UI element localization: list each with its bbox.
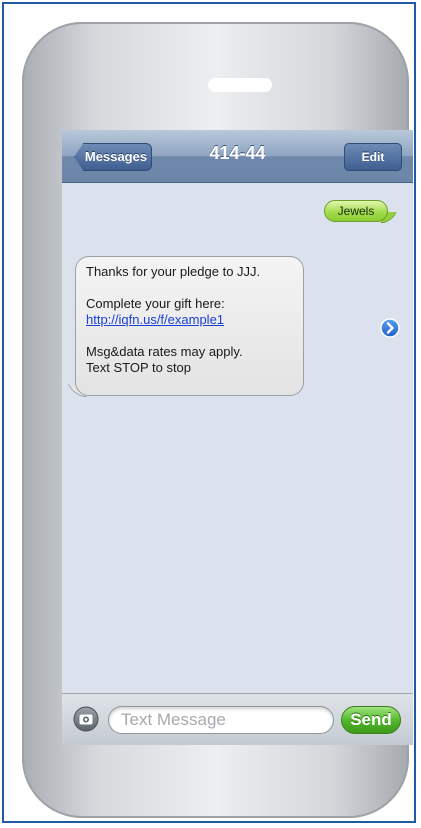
chevron-right-circle-icon[interactable] <box>380 318 400 338</box>
edit-button[interactable]: Edit <box>344 143 402 171</box>
message-line: Msg&data rates may apply. <box>86 344 243 359</box>
text-message-input[interactable]: Text Message <box>108 706 334 734</box>
gift-link[interactable]: http://iqfn.us/f/example1 <box>86 312 224 327</box>
received-message-bubble: Thanks for your pledge to JJJ. Complete … <box>75 256 304 396</box>
sent-message-bubble: Jewels <box>324 200 388 222</box>
messages-back-button[interactable]: Messages <box>74 143 152 171</box>
conversation-title: 414-44 <box>209 143 266 163</box>
camera-icon[interactable] <box>73 706 99 732</box>
navigation-bar: Messages 414-44 Edit <box>62 130 413 183</box>
message-line: Text STOP to stop <box>86 360 192 375</box>
message-line: Thanks for your pledge to JJJ. <box>86 264 261 279</box>
phone-body: Messages 414-44 Edit Jewels Thanks for y… <box>22 22 413 818</box>
send-button[interactable]: Send <box>341 706 401 734</box>
message-input-bar: Text Message Send <box>62 693 413 745</box>
speaker-slot <box>208 78 272 92</box>
message-line: Complete your gift here: <box>86 296 225 311</box>
phone-screen: Messages 414-44 Edit Jewels Thanks for y… <box>62 130 413 745</box>
